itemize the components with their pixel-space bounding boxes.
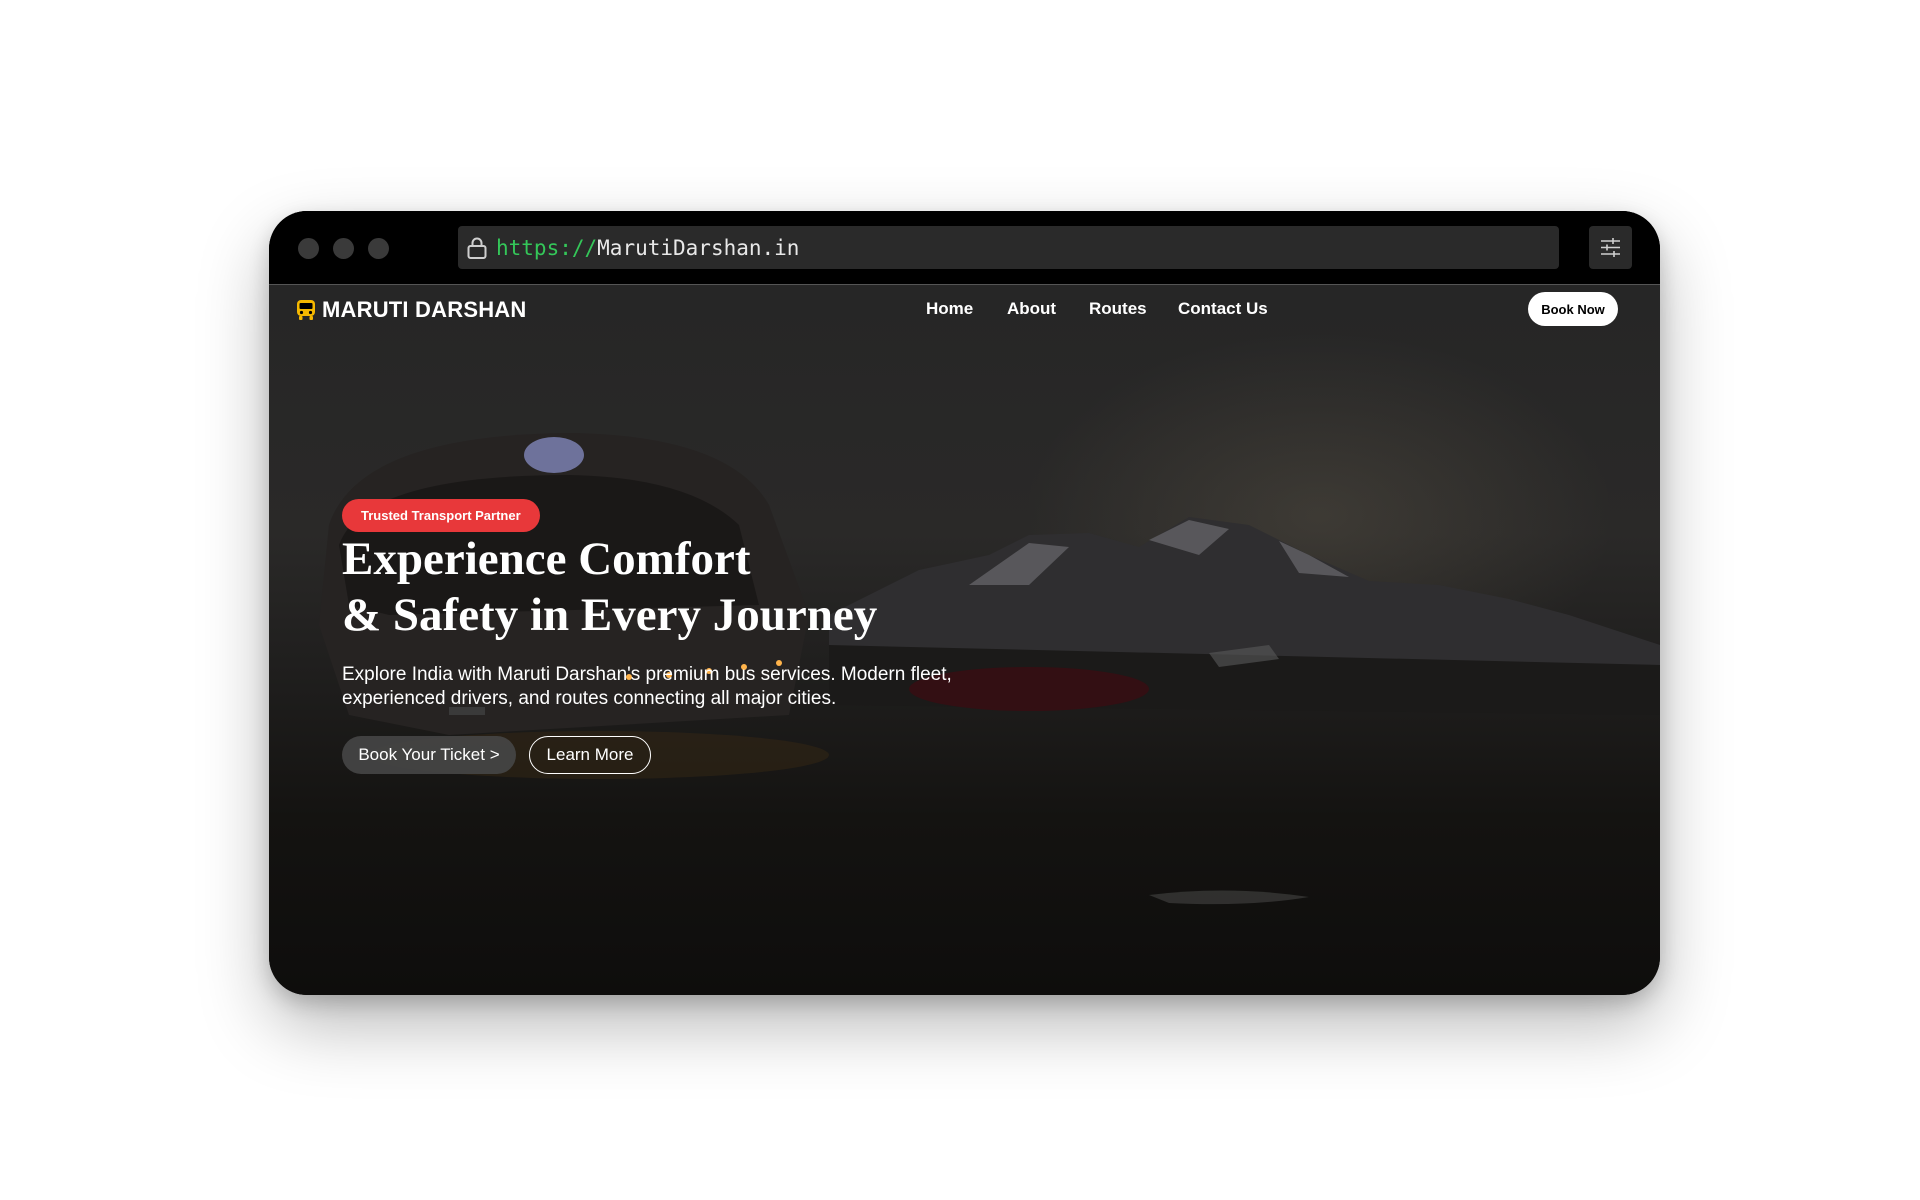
sliders-icon bbox=[1601, 238, 1620, 257]
brand-name: MARUTI DARSHAN bbox=[322, 297, 527, 322]
address-bar[interactable]: https://MarutiDarshan.in bbox=[458, 226, 1559, 269]
bus-icon bbox=[297, 300, 315, 320]
hero-subtext: Explore India with Maruti Darshan's prem… bbox=[342, 664, 952, 709]
nav-contact-link[interactable]: Contact Us bbox=[1178, 299, 1268, 319]
hero-headline-line-2: & Safety in Every Journey bbox=[342, 589, 878, 641]
browser-toolbar: https://MarutiDarshan.in bbox=[269, 211, 1660, 284]
lock-icon bbox=[467, 237, 487, 259]
hero-headline-line-1: Experience Comfort bbox=[342, 533, 751, 585]
window-maximize-dot[interactable] bbox=[368, 238, 389, 259]
learn-more-button[interactable]: Learn More bbox=[529, 736, 651, 774]
window-close-dot[interactable] bbox=[298, 238, 319, 259]
hero-headline: Experience Comfort & Safety in Every Jou… bbox=[342, 531, 877, 643]
nav-home-link[interactable]: Home bbox=[926, 299, 973, 319]
book-ticket-button[interactable]: Book Your Ticket > bbox=[342, 736, 516, 774]
window-minimize-dot[interactable] bbox=[333, 238, 354, 259]
site-navbar: MARUTI DARSHAN Home About Routes Contact… bbox=[269, 285, 1660, 333]
brand-logo[interactable]: MARUTI DARSHAN bbox=[296, 297, 526, 323]
browser-menu-button[interactable] bbox=[1589, 226, 1632, 269]
url-text[interactable]: https://MarutiDarshan.in bbox=[496, 236, 799, 260]
nav-about-link[interactable]: About bbox=[1007, 299, 1056, 319]
trusted-badge: Trusted Transport Partner bbox=[342, 499, 540, 532]
browser-window: https://MarutiDarshan.in MARUTI DARSHAN … bbox=[269, 211, 1660, 995]
nav-routes-link[interactable]: Routes bbox=[1089, 299, 1147, 319]
url-host: MarutiDarshan.in bbox=[597, 236, 800, 260]
book-now-button[interactable]: Book Now bbox=[1528, 292, 1618, 326]
url-scheme: https:// bbox=[496, 236, 598, 260]
